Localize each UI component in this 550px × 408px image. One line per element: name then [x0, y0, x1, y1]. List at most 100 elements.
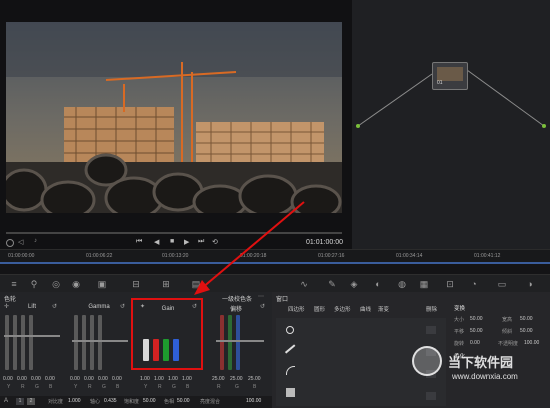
gamma-y-bar[interactable]: [74, 315, 78, 370]
curve-window-icon[interactable]: [286, 366, 295, 375]
lift-b-bar[interactable]: [29, 315, 33, 370]
contrast-value[interactable]: 1.000: [68, 398, 81, 404]
lift-y-bar[interactable]: [5, 315, 9, 370]
skip-back-icon[interactable]: ⏮: [136, 238, 142, 246]
lift-value[interactable]: 0.00: [31, 376, 41, 382]
offset-b-bar[interactable]: [236, 315, 240, 370]
lift-r-bar[interactable]: [13, 315, 17, 370]
offset-g-bar[interactable]: [228, 315, 232, 370]
reset-offset-icon[interactable]: ↺: [260, 303, 265, 310]
pan-label: 平移: [454, 329, 465, 335]
gradient-tool[interactable]: 渐变: [378, 305, 389, 313]
gamma-g-bar[interactable]: [90, 315, 94, 370]
timeline-tick: 01:00:06:22: [86, 253, 113, 259]
gamma-label: Gamma: [88, 304, 110, 310]
rgb-mixer-icon[interactable]: ⊞: [160, 278, 172, 290]
blur-icon[interactable]: ◍: [396, 278, 408, 290]
stereo-icon[interactable]: ◔: [468, 278, 480, 290]
key-icon[interactable]: ▦: [418, 278, 430, 290]
lift-bars[interactable]: [5, 315, 33, 370]
pan-value[interactable]: 50.00: [470, 328, 483, 334]
timeline-tick: 01:00:34:14: [396, 253, 423, 259]
gamma-value[interactable]: 0.00: [84, 376, 94, 382]
rotate-value[interactable]: 0.00: [470, 340, 480, 346]
gradient-window-icon[interactable]: [286, 388, 295, 397]
node-01[interactable]: 01: [432, 62, 468, 90]
lift-value[interactable]: 0.00: [3, 376, 13, 382]
hue-value[interactable]: 50.00: [177, 398, 190, 404]
circle-tool[interactable]: 圆形: [314, 305, 325, 313]
data-burn-icon[interactable]: ▭: [496, 278, 508, 290]
node-connections: [356, 69, 546, 128]
stop-icon[interactable]: ■: [170, 238, 174, 245]
mute-icon[interactable]: ♪: [34, 238, 37, 244]
raw-icon[interactable]: ▣: [96, 278, 108, 290]
tracker-icon[interactable]: ◐: [372, 278, 384, 290]
panel-label: 色轮: [4, 297, 17, 303]
quad-tool[interactable]: 四边形: [288, 305, 305, 313]
gamma-midline: [72, 340, 128, 342]
gain-value[interactable]: 1.00: [182, 376, 192, 382]
viewer-mode-icon[interactable]: [6, 239, 14, 247]
reset-gamma-icon[interactable]: ↺: [120, 303, 125, 310]
pivot-value[interactable]: 0.435: [104, 398, 117, 404]
gain-value[interactable]: 1.00: [140, 376, 150, 382]
qualifier-icon[interactable]: ✎: [326, 278, 338, 290]
node-label: 01: [437, 80, 443, 86]
page-button[interactable]: 2: [27, 398, 35, 405]
offset-r-bar[interactable]: [220, 315, 224, 370]
lift-g-bar[interactable]: [21, 315, 25, 370]
size-label: 大小: [454, 317, 465, 323]
circle-window-icon[interactable]: [286, 326, 294, 334]
curves-icon[interactable]: ⚲: [28, 278, 40, 290]
motion-icon[interactable]: ⊟: [130, 278, 142, 290]
hdr-icon[interactable]: ◉: [70, 278, 82, 290]
channel-letter: G: [235, 384, 239, 390]
offset-value[interactable]: 25.00: [248, 376, 261, 382]
gamma-value[interactable]: 0.00: [112, 376, 122, 382]
channel-letter: Y: [144, 384, 148, 390]
linear-window-icon[interactable]: [284, 344, 296, 354]
crosshair-icon[interactable]: ✛: [4, 303, 9, 310]
page-button[interactable]: 1: [16, 398, 24, 405]
watermark-logo: [412, 346, 442, 376]
lum-mix-value[interactable]: 100.00: [246, 398, 261, 404]
node-editor[interactable]: [352, 0, 550, 262]
window-toggle[interactable]: [426, 392, 436, 400]
gain-value[interactable]: 1.00: [154, 376, 164, 382]
lift-value[interactable]: 0.00: [45, 376, 55, 382]
more-icon[interactable]: ◑: [524, 278, 536, 290]
channel-letter: Y: [74, 384, 78, 390]
sizing-icon[interactable]: ⊡: [444, 278, 456, 290]
opacity-value[interactable]: 100.00: [524, 340, 539, 346]
tilt-value[interactable]: 50.00: [520, 328, 533, 334]
gain-value[interactable]: 1.00: [168, 376, 178, 382]
aspect-value[interactable]: 50.00: [520, 316, 533, 322]
window-toggle[interactable]: [426, 326, 436, 334]
audio-icon[interactable]: ◁: [18, 238, 23, 246]
saturation-value[interactable]: 50.00: [143, 398, 156, 404]
delete-button[interactable]: 删除: [426, 305, 437, 313]
window-panel: 窗口 四边形 圆形 多边形 曲线 渐变 删除 变换 大小 50.00 宽高 50…: [272, 292, 550, 408]
color-wheels-icon[interactable]: ◎: [50, 278, 62, 290]
gamma-bars[interactable]: [74, 315, 102, 370]
gamma-b-bar[interactable]: [98, 315, 102, 370]
lift-value[interactable]: 0.00: [17, 376, 27, 382]
power-window-icon[interactable]: ◈: [348, 278, 360, 290]
auto-balance-icon[interactable]: A: [4, 398, 8, 404]
timeline-tick: 01:00:00:00: [8, 253, 35, 259]
curve-tool[interactable]: 曲线: [360, 305, 371, 313]
video-frame[interactable]: [6, 22, 342, 213]
offset-value[interactable]: 25.00: [212, 376, 225, 382]
menu-icon[interactable]: ≡: [8, 278, 20, 290]
polygon-tool[interactable]: 多边形: [334, 305, 351, 313]
offset-value[interactable]: 25.00: [230, 376, 243, 382]
gamma-value[interactable]: 0.00: [70, 376, 80, 382]
step-back-icon[interactable]: ◀: [154, 238, 159, 246]
size-value[interactable]: 50.00: [470, 316, 483, 322]
gamma-r-bar[interactable]: [82, 315, 86, 370]
gamma-value[interactable]: 0.00: [98, 376, 108, 382]
reset-lift-icon[interactable]: ↺: [52, 303, 57, 310]
offset-bars[interactable]: [220, 315, 240, 370]
opacity-label: 不透明度: [498, 341, 519, 347]
